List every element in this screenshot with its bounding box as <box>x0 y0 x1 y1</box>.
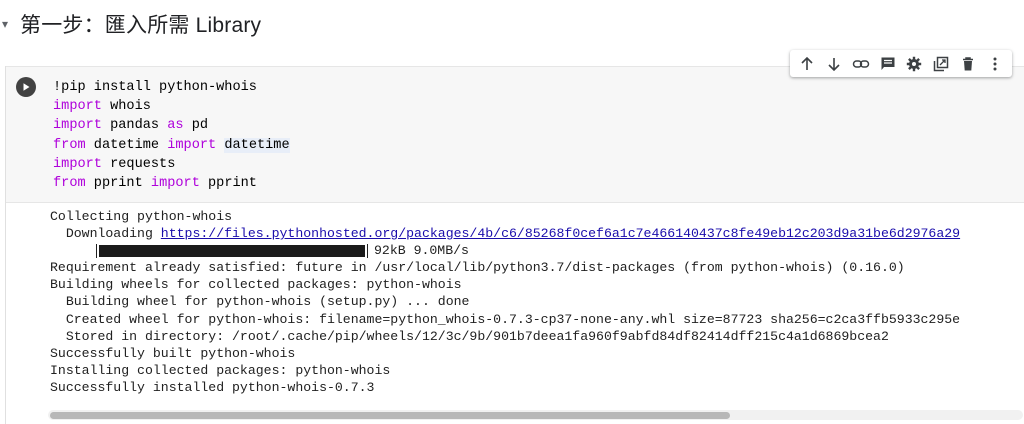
downloading-label: Downloading <box>50 226 161 242</box>
code-token: pd <box>183 118 209 134</box>
move-cell-up-button[interactable] <box>797 54 817 74</box>
mirror-cell-icon <box>933 56 949 71</box>
output-line: Installing collected packages: python-wh… <box>50 362 391 378</box>
cell-toolbar <box>790 50 1012 77</box>
code-token: requests <box>101 156 176 172</box>
more-options-button[interactable] <box>985 54 1005 74</box>
code-token: pprint <box>85 176 151 192</box>
section-title: 第一步：匯入所需 Library <box>20 14 262 37</box>
delete-cell-button[interactable] <box>958 54 978 74</box>
play-icon <box>23 83 30 91</box>
more-options-icon <box>993 57 997 70</box>
output-line: Collecting python-whois <box>50 209 233 224</box>
code-line: import pandas as pd <box>53 118 208 133</box>
code-token: datetime <box>224 137 290 153</box>
output-line-downloading: Downloading https://files.pythonhosted.o… <box>50 225 1024 242</box>
code-keyword: import <box>167 137 217 153</box>
output-line: Building wheels for collected packages: … <box>50 277 462 293</box>
code-line: from pprint import pprint <box>53 176 257 191</box>
code-keyword: from <box>53 176 86 192</box>
output-line: Requirement already satisfied: future in… <box>50 260 905 276</box>
output-line: Created wheel for python-whois: filename… <box>50 311 961 327</box>
download-progress-bar <box>96 243 368 258</box>
code-text[interactable]: !pip install python-whois import whois i… <box>53 78 290 193</box>
move-down-icon <box>828 57 840 71</box>
scrollbar-thumb[interactable] <box>50 412 730 419</box>
code-token: !pip install python-whois <box>53 80 257 95</box>
cell-settings-button[interactable] <box>904 54 924 74</box>
code-keyword: import <box>53 118 102 134</box>
code-keyword: from <box>53 137 86 153</box>
move-up-icon <box>801 56 813 70</box>
code-keyword: as <box>167 118 184 134</box>
settings-icon <box>907 56 922 71</box>
comment-icon <box>881 57 895 70</box>
output-progress-line: 92kB 9.0MB/s <box>50 242 1024 259</box>
code-keyword: import <box>150 176 200 192</box>
code-cell[interactable]: !pip install python-whois import whois i… <box>5 66 1024 424</box>
code-line: import whois <box>53 99 151 114</box>
code-token: whois <box>101 99 151 115</box>
collapse-caret-icon[interactable]: ▾ <box>2 17 12 31</box>
code-editor[interactable]: !pip install python-whois import whois i… <box>6 66 1024 203</box>
download-progress-fill <box>99 244 365 257</box>
mirror-cell-button[interactable] <box>931 54 951 74</box>
run-cell-button[interactable] <box>16 77 36 97</box>
cell-output: Collecting python-whois Downloading http… <box>50 208 1024 400</box>
code-line: from datetime import datetime <box>53 137 290 153</box>
download-url-link[interactable]: https://files.pythonhosted.org/packages/… <box>161 226 960 241</box>
section-header: ▾ 第一步：匯入所需 Library <box>0 8 261 40</box>
code-keyword: import <box>53 156 102 172</box>
output-line: Stored in directory: /root/.cache/pip/wh… <box>50 328 889 344</box>
output-line: Building wheel for python-whois (setup.p… <box>50 294 470 310</box>
code-token: pandas <box>101 118 168 134</box>
output-line: Successfully installed python-whois-0.7.… <box>50 379 375 395</box>
download-progress-text: 92kB 9.0MB/s <box>374 243 469 259</box>
code-token: datetime <box>85 137 168 153</box>
output-horizontal-scrollbar[interactable] <box>48 410 1023 420</box>
link-icon <box>852 59 870 68</box>
code-line: !pip install python-whois <box>53 80 257 95</box>
code-keyword: import <box>53 99 102 115</box>
output-line: Successfully built python-whois <box>50 345 296 361</box>
move-cell-down-button[interactable] <box>824 54 844 74</box>
code-token: pprint <box>199 176 257 192</box>
add-comment-button[interactable] <box>878 54 898 74</box>
copy-link-button[interactable] <box>851 54 871 74</box>
delete-icon <box>962 56 973 70</box>
code-line: import requests <box>53 157 175 172</box>
